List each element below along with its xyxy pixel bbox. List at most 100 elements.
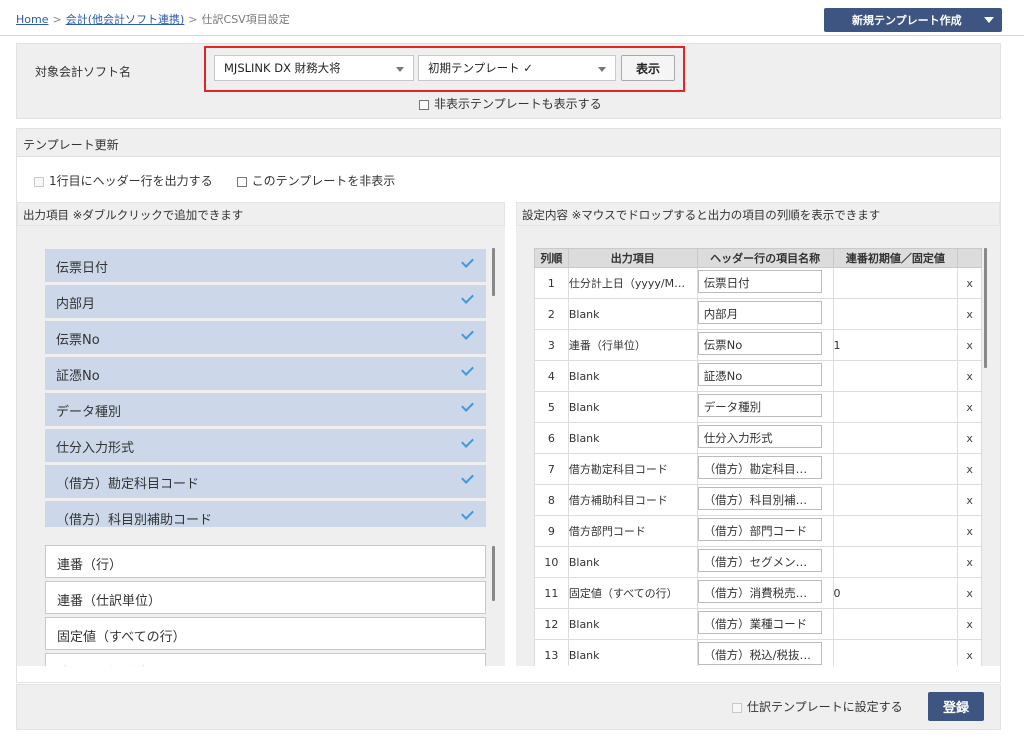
settings-row[interactable]: 4 Blank 証憑No x (534, 360, 982, 392)
selected-output-item-label: （借方）勘定科目コード (56, 477, 200, 492)
available-list-scrollbar[interactable] (492, 546, 495, 601)
delete-icon[interactable]: x (957, 453, 982, 485)
software-label: 対象会計ソフト名 (35, 65, 132, 79)
row-output-item: Blank (567, 639, 698, 666)
new-template-label: 新規テンプレート作成 (852, 14, 962, 27)
delete-icon[interactable]: x (957, 484, 982, 516)
hide-template-checkbox[interactable] (236, 176, 247, 187)
settings-row[interactable]: 13 Blank （借方）税込/税抜… x (534, 639, 982, 666)
delete-icon[interactable]: x (957, 298, 982, 330)
settings-row[interactable]: 1 仕分計上日（yyyy/M… 伝票日付 x (534, 267, 982, 299)
selected-output-item-label: 証憑No (56, 369, 100, 384)
header-row-checkbox[interactable] (34, 176, 44, 187)
delete-icon[interactable]: x (957, 391, 982, 423)
selected-output-item[interactable]: 内部月 (45, 285, 486, 318)
row-order: 1 (534, 267, 569, 299)
checkmark-icon (461, 363, 474, 376)
selected-output-item[interactable]: 伝票No (45, 321, 486, 354)
software-select[interactable]: MJSLINK DX 財務大将 (214, 55, 414, 81)
selected-output-item[interactable]: 証憑No (45, 357, 486, 390)
column-header-no: 列順 (534, 248, 569, 268)
settings-row[interactable]: 8 借方補助科目コード （借方）科目別補… x (534, 484, 982, 516)
delete-icon[interactable]: x (957, 422, 982, 454)
header-name-input[interactable]: （借方）業種コード (697, 611, 822, 634)
settings-row[interactable]: 6 Blank 仕分入力形式 x (534, 422, 982, 454)
settings-row[interactable]: 12 Blank （借方）業種コード x (534, 608, 982, 640)
header-name-input[interactable]: （借方）勘定科目… (697, 456, 822, 479)
available-output-item[interactable]: 連番（行） (45, 545, 486, 578)
checkmark-icon (461, 291, 474, 304)
settings-row[interactable]: 5 Blank データ種別 x (534, 391, 982, 423)
row-order: 5 (534, 391, 569, 423)
selected-output-item[interactable]: 伝票日付 (45, 249, 486, 282)
row-header-cell: 伝票No (696, 329, 834, 361)
show-hidden-templates-option[interactable]: 非表示テンプレートも表示する (419, 95, 602, 112)
settings-row[interactable]: 2 Blank 内部月 x (534, 298, 982, 330)
checkmark-icon (461, 399, 474, 412)
breadcrumb: Home > 会計(他会計ソフト連携) > 仕訳CSV項目設定 (16, 11, 290, 27)
settings-table-body: 1 仕分計上日（yyyy/M… 伝票日付 x 2 Blank 内部月 x 3 連番（行単位） 伝票N… (534, 267, 982, 666)
header-name-input[interactable]: データ種別 (697, 394, 822, 417)
row-header-cell: （借方）消費税売… (696, 577, 834, 609)
delete-icon[interactable]: x (957, 546, 982, 578)
header-name-input[interactable]: （借方）部門コード (697, 518, 822, 541)
new-template-button[interactable]: 新規テンプレート作成 (824, 8, 1002, 32)
journal-template-checkbox[interactable] (732, 702, 742, 713)
delete-icon[interactable]: x (957, 577, 982, 609)
row-header-cell: （借方）勘定科目… (696, 453, 834, 485)
selected-output-item[interactable]: 仕分入力形式 (45, 429, 486, 462)
settings-row[interactable]: 9 借方部門コード （借方）部門コード x (534, 515, 982, 547)
settings-row[interactable]: 10 Blank （借方）セグメン… x (534, 546, 982, 578)
header-name-input[interactable]: （借方）科目別補… (697, 487, 822, 510)
show-hidden-checkbox[interactable] (419, 99, 429, 110)
row-output-item: Blank (567, 298, 698, 330)
settings-table-scrollbar[interactable] (984, 248, 987, 368)
selected-output-item-label: 内部月 (56, 297, 96, 312)
breadcrumb-home-link[interactable]: Home (16, 13, 48, 26)
delete-icon[interactable]: x (957, 267, 982, 299)
row-header-cell: データ種別 (696, 391, 834, 423)
selected-output-item-label: データ種別 (56, 405, 122, 420)
header-name-input[interactable]: （借方）税込/税抜… (697, 642, 822, 665)
selected-output-item[interactable]: データ種別 (45, 393, 486, 426)
delete-icon[interactable]: x (957, 608, 982, 640)
journal-template-option[interactable]: 仕訳テンプレートに設定する (732, 698, 903, 715)
row-output-item: 連番（行単位） (567, 329, 698, 361)
available-output-item[interactable]: 連番（仕訳単位） (45, 653, 486, 666)
template-select[interactable]: 初期テンプレート ✓ (418, 55, 616, 81)
row-header-cell: 証憑No (696, 360, 834, 392)
row-initial-value (832, 391, 959, 423)
row-initial-value (832, 298, 959, 330)
header-name-input[interactable]: 伝票No (697, 332, 822, 355)
chevron-down-icon[interactable] (984, 17, 994, 23)
row-output-item: Blank (567, 422, 698, 454)
row-output-item: 借方補助科目コード (567, 484, 698, 516)
header-name-input[interactable]: 証憑No (697, 363, 822, 386)
settings-row[interactable]: 3 連番（行単位） 伝票No 1 x (534, 329, 982, 361)
selected-output-item[interactable]: （借方）科目別補助コード (45, 501, 486, 527)
header-name-input[interactable]: （借方）セグメン… (697, 549, 822, 572)
available-output-item[interactable]: 固定値（すべての行） (45, 617, 486, 650)
delete-icon[interactable]: x (957, 515, 982, 547)
header-name-input[interactable]: 伝票日付 (697, 270, 822, 293)
delete-icon[interactable]: x (957, 639, 982, 666)
header-name-input[interactable]: （借方）消費税売… (697, 580, 822, 603)
selected-list-scrollbar[interactable] (492, 248, 495, 296)
available-output-item[interactable]: 連番（仕訳単位） (45, 581, 486, 614)
show-button[interactable]: 表示 (621, 55, 675, 81)
settings-row[interactable]: 11 固定値（すべての行） （借方）消費税売… 0 x (534, 577, 982, 609)
template-options: 1行目にヘッダー行を出力する このテンプレートを非表示 (34, 172, 395, 189)
checkmark-icon (461, 471, 474, 484)
selected-output-item[interactable]: （借方）勘定科目コード (45, 465, 486, 498)
top-bar: Home > 会計(他会計ソフト連携) > 仕訳CSV項目設定 新規テンプレート作成 (0, 0, 1024, 36)
delete-icon[interactable]: x (957, 329, 982, 361)
register-button[interactable]: 登録 (928, 692, 984, 721)
settings-table: 列順 出力項目 ヘッダー行の項目名称 連番初期値／固定値 1 仕分計上日（yyyy… (534, 248, 982, 666)
header-name-input[interactable]: 仕分入力形式 (697, 425, 822, 448)
header-name-input[interactable]: 内部月 (697, 301, 822, 324)
delete-icon[interactable]: x (957, 360, 982, 392)
selected-output-item-label: 仕分入力形式 (56, 441, 135, 456)
row-initial-value (832, 515, 959, 547)
breadcrumb-accounting-link[interactable]: 会計(他会計ソフト連携) (66, 13, 185, 26)
settings-row[interactable]: 7 借方勘定科目コード （借方）勘定科目… x (534, 453, 982, 485)
